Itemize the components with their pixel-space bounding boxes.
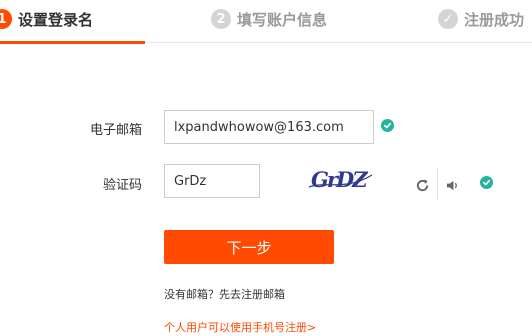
checkmark-icon: ✓ xyxy=(438,9,458,29)
captcha-label: 验证码 xyxy=(103,178,143,193)
register-email-link[interactable]: 没有邮箱？先去注册邮箱 xyxy=(164,286,285,302)
active-step-underline xyxy=(0,41,145,44)
step-register-success: ✓ 注册成功 xyxy=(438,7,524,31)
next-step-button[interactable]: 下一步 xyxy=(164,230,334,264)
step-fill-account-info: 2 填写账户信息 xyxy=(211,7,327,31)
step-label: 设置登录名 xyxy=(18,10,94,29)
captcha-input[interactable]: GrDz xyxy=(164,164,260,198)
refresh-icon[interactable] xyxy=(413,176,431,194)
phone-register-link[interactable]: 个人用户可以使用手机号注册> xyxy=(164,319,316,335)
step-set-login-name: 1 设置登录名 xyxy=(0,7,93,31)
step-number-badge: 2 xyxy=(211,9,231,29)
step-label: 注册成功 xyxy=(464,10,525,29)
step-progress-bar: 1 设置登录名 2 填写账户信息 ✓ 注册成功 xyxy=(0,0,532,44)
captcha-valid-checkmark-icon xyxy=(480,176,493,189)
captcha-image[interactable]: GrDZ xyxy=(306,163,378,197)
email-label: 电子邮箱 xyxy=(90,123,143,138)
captcha-text: GrDZ xyxy=(311,167,368,192)
step-number-badge: 1 xyxy=(0,9,12,29)
captcha-divider xyxy=(437,168,438,200)
email-input[interactable]: lxpandwhowow@163.com xyxy=(164,110,374,144)
email-valid-checkmark-icon xyxy=(381,119,394,132)
speaker-icon[interactable] xyxy=(443,176,461,194)
step-label: 填写账户信息 xyxy=(237,10,328,29)
